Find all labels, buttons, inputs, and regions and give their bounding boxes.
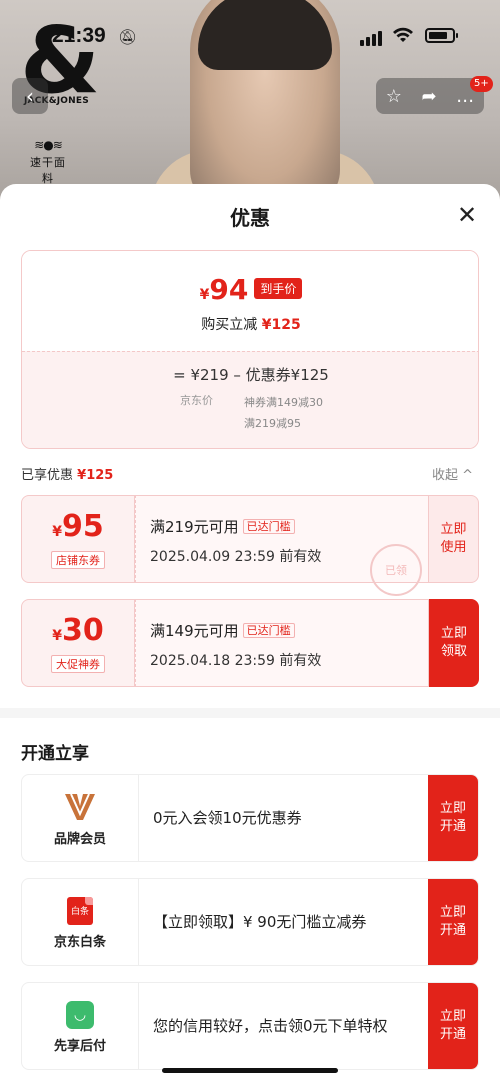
coupon-info: 满149元可用 已达门槛 2025.04.18 23:59 前有效 [135,599,429,687]
coupon-validity: 2025.04.18 23:59 前有效 [150,653,322,669]
status-time: 21:39 [52,24,106,47]
enjoyed-label: 已享优惠 [21,468,74,483]
silent-bell-icon: 🔕︎ [118,28,138,46]
share-icon[interactable]: ➦ [422,86,437,107]
final-price-line: ¥ 94 到手价 [22,273,478,306]
activate-button[interactable]: 立即开通 [428,983,478,1069]
brand-vip-icon [65,793,95,820]
yen-symbol: ¥ [199,287,210,303]
price-breakdown: = ¥219 – 优惠券¥125 京东价 神券满149减30 满219减95 [22,351,478,448]
price-summary-card: ¥ 94 到手价 购买立减 ¥125 = ¥219 – 优惠券¥125 京东价 … [21,250,479,449]
threshold-met-badge: 已达门槛 [242,519,295,534]
shopping-bag-icon: ◡ [66,1000,94,1029]
member-name: 品牌会员 [53,831,106,847]
coupon-card: ¥30 大促神券 满149元可用 已达门槛 2025.04.18 23:59 前有… [21,599,479,687]
top-action-bar: ☆ ➦ … [376,78,484,114]
final-price: 94 [209,273,249,306]
yen-symbol: ¥ [52,523,62,540]
member-name: 京东白条 [53,934,106,950]
fabric-label: 速干面料 [30,156,66,185]
wifi-icon [393,27,413,42]
save-amount: ¥125 [261,317,301,333]
received-stamp: 已领 [370,544,422,596]
sheet-title: 优惠 [230,206,270,230]
discount-sheet: 优惠 ✕ ¥ 94 到手价 购买立减 ¥125 = ¥219 – 优惠券¥125… [0,184,500,1083]
enjoyed-discount: 已享优惠 ¥125 [21,464,113,483]
member-offer-row: 白条 京东白条 【立即领取】¥ 90无门槛立减券 立即开通 [21,878,479,966]
coupon-amount: 95 [62,508,104,544]
coupon-value: ¥95 店铺东券 [21,495,135,583]
chevron-left-icon: ‹ [26,84,34,108]
coupon-detail: 神券满149减30 [244,396,323,409]
enjoyed-amount: ¥125 [77,468,114,483]
coupon-info: 满219元可用 已达门槛 2025.04.09 23:59 前有效 已领 [135,495,429,596]
wave-drop-icon: ≋●≋ [34,138,63,152]
coupon-card: ¥95 店铺东券 满219元可用 已达门槛 2025.04.09 23:59 前有… [21,495,479,596]
back-button[interactable]: ‹ [12,78,48,114]
star-icon[interactable]: ☆ [386,86,402,107]
save-line: 购买立减 ¥125 [22,314,478,334]
final-price-tag: 到手价 [254,278,303,299]
price-summary-top: ¥ 94 到手价 购买立减 ¥125 [22,251,478,351]
status-bar: 21:39 🔕︎ [0,0,500,74]
coupon-value: ¥30 大促神券 [21,599,135,687]
close-icon[interactable]: ✕ [454,202,480,228]
activate-button[interactable]: 立即开通 [428,775,478,861]
save-label: 购买立减 [201,317,258,333]
member-offer-text: 【立即领取】¥ 90无门槛立减券 [153,913,367,931]
use-coupon-button[interactable]: 立即使用 [429,495,479,583]
collapse-toggle[interactable]: 收起 ^ [432,464,473,483]
home-indicator [162,1068,338,1073]
coupon-condition: 满219元可用 [150,518,239,536]
member-offer-text: 您的信用较好，点击领0元下单特权 [153,1017,388,1035]
section-divider [0,708,500,718]
notification-badge: 5+ [470,76,493,92]
claim-coupon-button[interactable]: 立即领取 [429,599,479,687]
member-offer-row: 品牌会员 0元入会领10元优惠券 立即开通 [21,774,479,862]
activate-button[interactable]: 立即开通 [428,879,478,965]
member-offer-row: ◡ 先享后付 您的信用较好，点击领0元下单特权 立即开通 [21,982,479,1070]
battery-icon [425,28,458,43]
coupon-condition: 满149元可用 [150,622,239,640]
original-price-label: 京东价 [180,394,213,407]
coupon-detail: 满219减95 [244,417,301,430]
coupon-breakdown: 神券满149减30 满219减95 [244,392,323,434]
section-title: 开通立享 [21,744,89,764]
member-name: 先享后付 [53,1038,106,1054]
coupon-type-tag: 店铺东券 [51,550,105,569]
price-formula: = ¥219 – 优惠券¥125 [173,366,329,384]
coupon-amount: 30 [62,612,104,648]
threshold-met-badge: 已达门槛 [242,623,295,638]
signal-icon [360,30,382,46]
yen-symbol: ¥ [52,627,62,644]
baitiao-card-icon: 白条 [67,896,93,925]
coupon-type-tag: 大促神券 [51,654,105,673]
member-offer-text: 0元入会领10元优惠券 [153,809,302,827]
fabric-feature: ≋●≋ 速干面料 [28,138,68,186]
